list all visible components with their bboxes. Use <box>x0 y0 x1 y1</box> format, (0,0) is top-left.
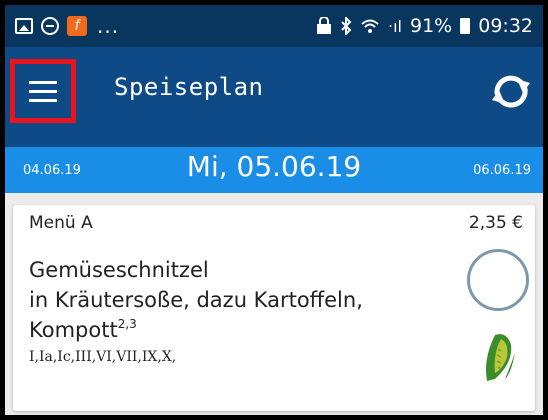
menu-card[interactable]: Menü A 2,35 € Gemüseschnitzel in Kräuter… <box>13 205 535 411</box>
additives-list: I,Ia,Ic,III,VI,VII,IX,X, <box>29 349 177 365</box>
dish-line-2: in Kräutersoße, dazu Kartoffeln, <box>29 288 363 312</box>
dish-line-1: Gemüseschnitzel <box>29 258 209 282</box>
dish-line-3: Kompott2,3 <box>29 317 137 342</box>
date-navigation: 04.06.19 Mi, 05.06.19 06.06.19 <box>5 147 543 193</box>
app-bar: Speiseplan <box>5 47 543 147</box>
lock-icon <box>317 17 332 34</box>
system-icons: ‧ıl 91% 09:32 <box>316 15 543 37</box>
wifi-icon <box>361 19 379 33</box>
app-icon: f <box>67 16 87 36</box>
page-title: Speiseplan <box>114 73 264 101</box>
image-icon <box>15 18 33 34</box>
menu-icon <box>29 80 57 84</box>
more-notifications: ... <box>97 14 120 38</box>
status-bar: f ... ‧ıl 91% 09:32 <box>5 5 543 47</box>
current-date: Mi, 05.06.19 <box>186 150 362 183</box>
bluetooth-icon <box>341 17 352 35</box>
sync-icon[interactable] <box>489 71 533 111</box>
battery-percent: 91% <box>410 15 453 37</box>
dish-description: Gemüseschnitzel in Kräutersoße, dazu Kar… <box>29 255 449 345</box>
menu-price: 2,35 € <box>468 213 523 233</box>
notification-icons: f ... <box>5 14 119 38</box>
menu-name: Menü A <box>29 213 93 233</box>
clock: 09:32 <box>478 15 533 37</box>
app-screen: f ... ‧ıl 91% 09:32 Speiseplan 04.06.19 … <box>5 5 543 415</box>
status-circle-icon[interactable] <box>467 249 529 311</box>
corn-icon <box>486 334 515 381</box>
menu-button[interactable] <box>10 59 76 123</box>
allergen-superscript: 2,3 <box>117 317 137 331</box>
signal-icon: ‧ıl <box>388 16 402 36</box>
battery-icon <box>460 18 471 34</box>
dnd-icon <box>41 17 59 35</box>
next-date-button[interactable]: 06.06.19 <box>473 163 531 178</box>
